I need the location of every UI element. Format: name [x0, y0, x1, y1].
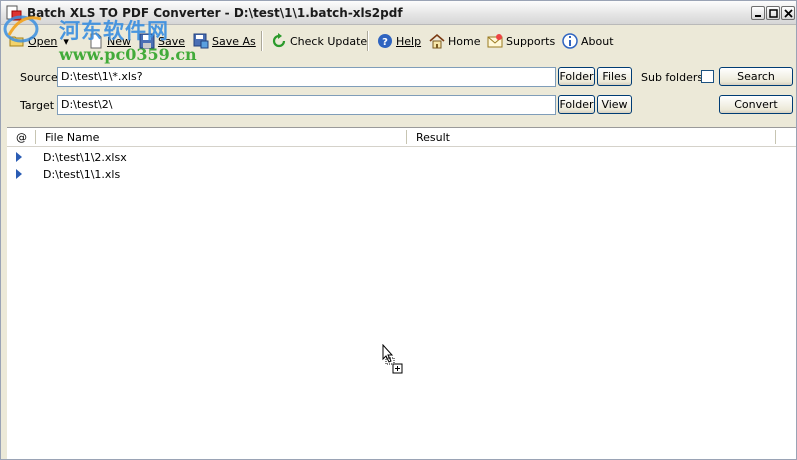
expand-arrow-icon[interactable]: [16, 152, 22, 162]
toolbar-separator: [261, 31, 263, 51]
help-label: Help: [396, 34, 422, 48]
maximize-button[interactable]: [766, 6, 780, 20]
supports-label: Supports: [506, 34, 556, 48]
column-file-name[interactable]: File Name: [45, 131, 99, 144]
column-status[interactable]: @: [16, 131, 27, 144]
info-icon: [562, 33, 578, 49]
source-input[interactable]: D:\test\1\*.xls?: [57, 67, 556, 87]
help-icon: ?: [378, 34, 392, 48]
refresh-icon: [272, 33, 286, 48]
sub-folders-checkbox[interactable]: [701, 70, 714, 83]
watermark-text: 河东软件网: [59, 19, 169, 43]
target-folder-button[interactable]: Folder: [558, 95, 595, 114]
check-update-button[interactable]: Check Update: [271, 31, 367, 51]
view-button[interactable]: View: [597, 95, 632, 114]
row-file-name: D:\test\1\2.xlsx: [43, 151, 127, 164]
check-update-label: Check Update: [290, 34, 368, 48]
file-list[interactable]: @ File Name Result D:\test\1\2.xlsx D:\t…: [7, 127, 796, 459]
svg-text:?: ?: [382, 37, 388, 48]
target-label: Target: [20, 99, 55, 112]
home-button[interactable]: Home: [429, 31, 480, 51]
convert-button[interactable]: Convert: [719, 95, 793, 114]
maximize-icon: [769, 9, 778, 18]
source-label: Source: [20, 71, 58, 84]
minimize-icon: [755, 15, 761, 17]
close-button[interactable]: [781, 6, 795, 20]
supports-button[interactable]: Supports: [487, 31, 555, 51]
about-label: About: [581, 34, 614, 48]
supports-icon: [487, 34, 503, 48]
home-label: Home: [448, 34, 481, 48]
column-divider[interactable]: [406, 130, 407, 144]
sub-folders-label: Sub folders: [641, 71, 704, 84]
target-input[interactable]: D:\test\2\: [57, 95, 556, 115]
column-result[interactable]: Result: [416, 131, 450, 144]
list-header: @ File Name Result: [7, 128, 796, 147]
table-row[interactable]: D:\test\1\2.xlsx: [7, 149, 796, 166]
watermark-url: www.pc0359.cn: [59, 45, 197, 64]
home-icon: [429, 33, 445, 49]
files-button[interactable]: Files: [597, 67, 632, 86]
about-button[interactable]: About: [562, 31, 614, 51]
close-icon: [784, 9, 793, 18]
search-button[interactable]: Search: [719, 67, 793, 86]
column-divider[interactable]: [35, 130, 36, 144]
toolbar-separator: [367, 31, 369, 51]
row-file-name: D:\test\1\1.xls: [43, 168, 121, 181]
save-as-button[interactable]: Save As: [193, 31, 256, 51]
column-divider[interactable]: [775, 130, 776, 144]
help-button[interactable]: ? Help: [377, 31, 421, 51]
save-as-label: Save As: [212, 34, 256, 48]
source-folder-button[interactable]: Folder: [558, 67, 595, 86]
app-window: Batch XLS TO PDF Converter - D:\test\1\1…: [0, 0, 797, 460]
minimize-button[interactable]: [751, 6, 765, 20]
expand-arrow-icon[interactable]: [16, 169, 22, 179]
table-row[interactable]: D:\test\1\1.xls: [7, 166, 796, 183]
drag-copy-cursor-icon: [382, 344, 403, 374]
watermark-logo: [3, 15, 42, 43]
